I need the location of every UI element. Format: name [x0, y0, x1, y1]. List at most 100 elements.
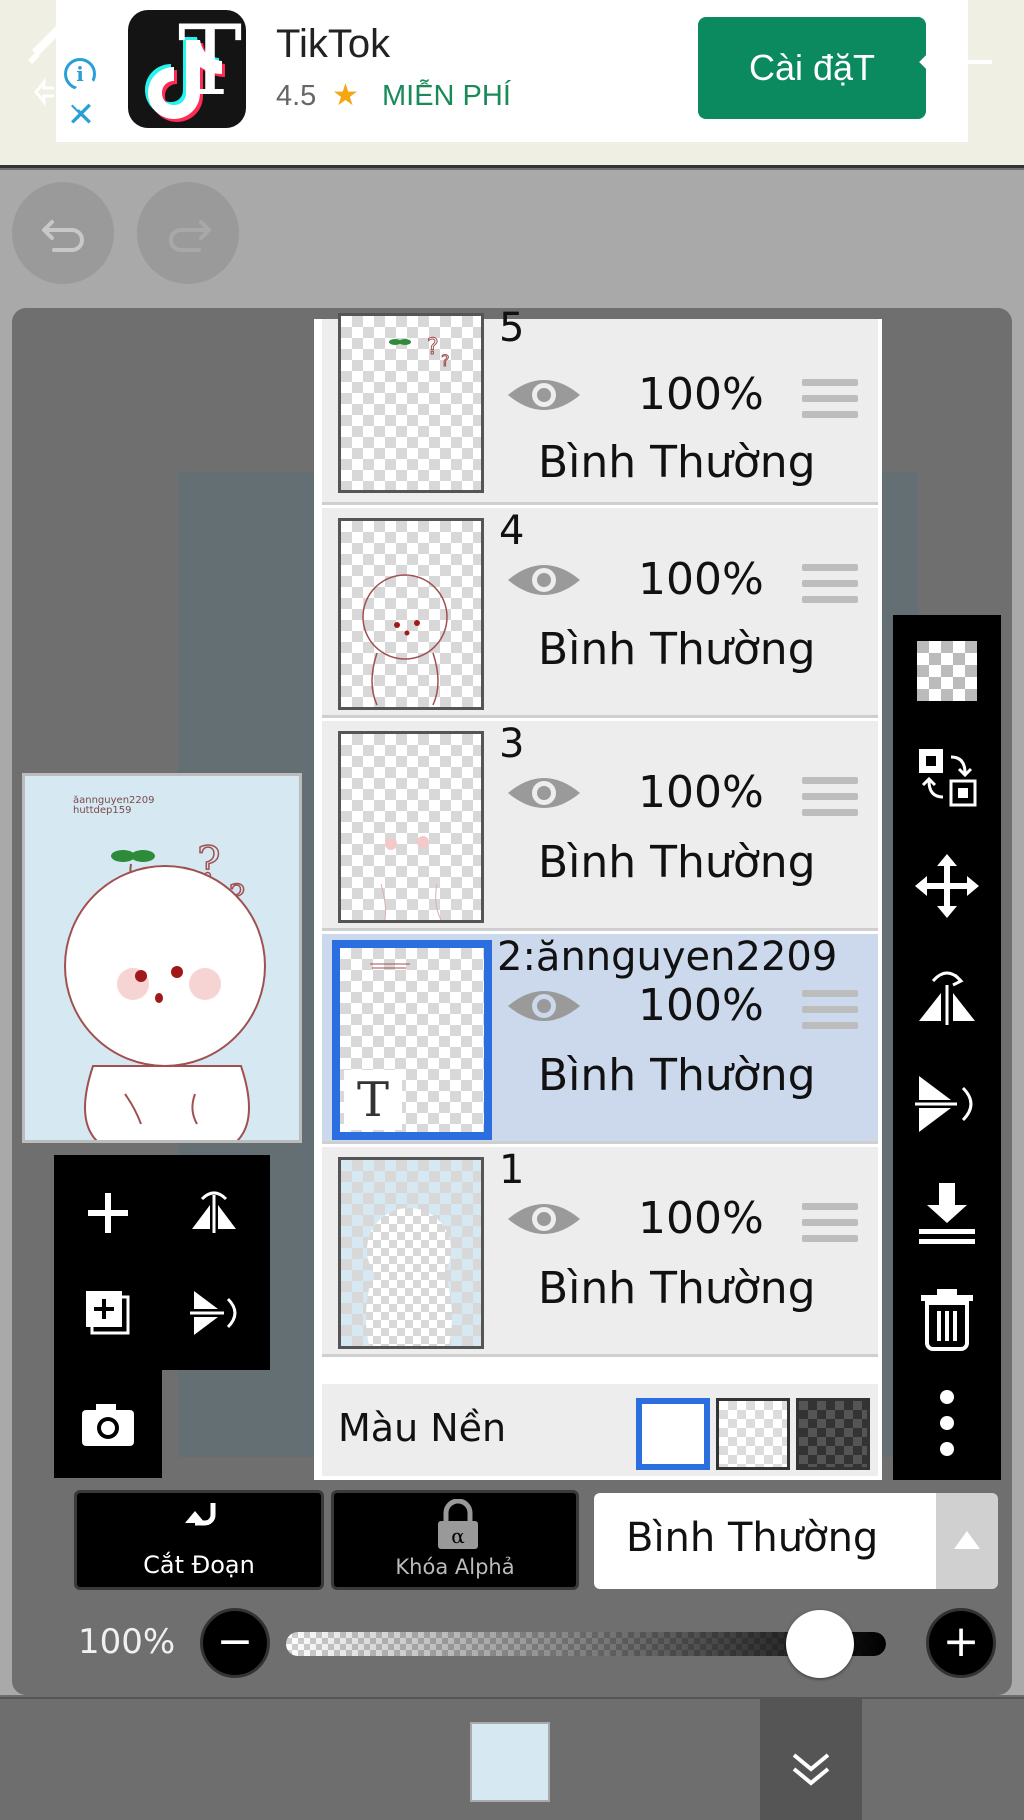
move-button[interactable]: [913, 852, 981, 920]
more-options-button[interactable]: [913, 1389, 981, 1457]
svg-text:α: α: [451, 1524, 465, 1548]
background-color-row: Màu Nền: [322, 1384, 878, 1476]
merge-down-icon: [919, 1183, 975, 1244]
opacity-decrease-button[interactable]: −: [200, 1608, 270, 1678]
flip-horizontal-button[interactable]: [184, 1183, 244, 1243]
transparency-button[interactable]: [913, 637, 981, 705]
plus-icon: [88, 1193, 128, 1233]
layer-blend-mode: Bình Thường: [538, 437, 816, 488]
brush-eraser-icon: [28, 15, 100, 110]
layer-name: 3: [499, 721, 525, 767]
layer-row[interactable]: 3 100% Bình Thường: [322, 721, 878, 931]
back-button[interactable]: [912, 0, 1002, 123]
alpha-lock-label: Khóa Alphả: [395, 1555, 515, 1579]
ad-banner: i ✕ TikTok 4.5 ★ MIỄN PHÍ Cài đặT: [0, 0, 1024, 168]
layer-tools-sidebar: [893, 615, 1001, 1480]
layer-thumbnail: [338, 731, 484, 923]
flip-vertical-button[interactable]: [184, 1283, 244, 1343]
text-layer-badge: T: [344, 1070, 402, 1130]
camera-button[interactable]: [78, 1394, 138, 1454]
camera-toolbar: [54, 1370, 162, 1478]
swap-layer-button[interactable]: [913, 743, 981, 811]
duplicate-layer-button[interactable]: [78, 1283, 138, 1343]
flip-horizontal-icon: [192, 1191, 236, 1233]
add-layer-button[interactable]: [78, 1183, 138, 1243]
duplicate-icon: [86, 1291, 130, 1335]
ad-price: MIỄN PHÍ: [382, 80, 511, 112]
layer-row[interactable]: 1 100% Bình Thường: [322, 1147, 878, 1357]
layer-name: 1: [499, 1147, 525, 1193]
layer-opacity: 100%: [638, 369, 764, 420]
flip-vertical-icon: [915, 1076, 973, 1132]
layer-opacity: 100%: [638, 767, 764, 818]
move-icon: [915, 854, 979, 918]
layer-thumbnail: T: [332, 940, 492, 1140]
layer-opacity: 100%: [638, 554, 764, 605]
eye-icon[interactable]: [506, 373, 582, 417]
install-button[interactable]: Cài đặT: [698, 17, 926, 119]
clipping-label: Cắt Đoạn: [143, 1551, 255, 1579]
ad-rating: 4.5: [276, 80, 317, 112]
chevron-double-down-icon: [792, 1753, 830, 1786]
canvas-preview[interactable]: ăannguyen2209 huttdep159 ? ?: [22, 773, 302, 1143]
preview-drawing: ? ?: [64, 837, 266, 1140]
star-icon: ★: [332, 78, 359, 113]
current-color-swatch[interactable]: [470, 1722, 550, 1802]
layers-tab-button[interactable]: [760, 1697, 862, 1820]
eye-icon[interactable]: [506, 771, 582, 815]
background-dark-option[interactable]: [796, 1398, 870, 1470]
chevron-up-icon[interactable]: [936, 1493, 998, 1589]
layer-mini-toolbar: [54, 1155, 270, 1370]
svg-text:?: ?: [441, 351, 450, 370]
svg-text:?: ?: [427, 335, 439, 360]
blend-mode-select[interactable]: Bình Thường: [594, 1493, 936, 1589]
drag-handle-icon[interactable]: [802, 777, 858, 821]
layer-thumbnail: [338, 518, 484, 710]
redo-icon: [169, 220, 211, 252]
drag-handle-icon[interactable]: [802, 1203, 858, 1247]
eye-icon[interactable]: [506, 558, 582, 602]
arrow-down-icon: [632, 28, 688, 99]
opacity-label: 100%: [78, 1622, 176, 1662]
opacity-increase-button[interactable]: +: [926, 1608, 996, 1678]
layer-blend-mode: Bình Thường: [538, 1263, 816, 1314]
swap-icon: [919, 749, 977, 807]
background-white-option[interactable]: [636, 1398, 710, 1470]
drag-handle-icon[interactable]: [802, 379, 858, 423]
flip-horizontal-icon: [919, 971, 975, 1025]
layer-blend-mode: Bình Thường: [538, 1050, 816, 1101]
eye-icon[interactable]: [506, 984, 582, 1028]
clip-arrow-icon: [185, 1503, 216, 1526]
layers-panel: ? ? 5 100% Bình Thường 4 100% Bình Thườn…: [314, 305, 882, 1480]
background-color-label: Màu Nền: [338, 1406, 507, 1450]
delete-layer-button[interactable]: [913, 1285, 981, 1353]
eye-icon[interactable]: [506, 1197, 582, 1241]
arrow-down-button[interactable]: [620, 0, 700, 123]
background-transparent-option[interactable]: [716, 1398, 790, 1470]
arrow-left-icon: [919, 34, 992, 90]
layer-thumbnail: ? ?: [338, 313, 484, 493]
flip-layer-vertical-button[interactable]: [913, 1070, 981, 1138]
drag-handle-icon[interactable]: [802, 564, 858, 608]
text-tool-button[interactable]: T: [170, 0, 250, 123]
layer-opacity: 100%: [638, 980, 764, 1031]
merge-down-button[interactable]: [913, 1179, 981, 1247]
layer-name: 4: [499, 508, 525, 554]
lock-icon: α: [438, 1499, 478, 1549]
layer-blend-mode: Bình Thường: [538, 837, 816, 888]
layer-row-selected[interactable]: T 2:ănnguyen2209 100% Bình Thường: [322, 934, 878, 1144]
undo-icon: [42, 220, 84, 252]
redo-button[interactable]: [137, 182, 239, 284]
drag-handle-icon[interactable]: [802, 990, 858, 1034]
layer-row[interactable]: 4 100% Bình Thường: [322, 508, 878, 718]
opacity-slider-knob[interactable]: [786, 1610, 854, 1678]
layer-opacity: 100%: [638, 1193, 764, 1244]
undo-button[interactable]: [12, 182, 114, 284]
brush-eraser-toggle-button[interactable]: [18, 0, 106, 123]
flip-layer-horizontal-button[interactable]: [913, 961, 981, 1029]
clipping-button[interactable]: Cắt Đoạn: [74, 1490, 324, 1590]
layer-name: 2:ănnguyen2209: [497, 934, 838, 980]
layer-name: 5: [499, 305, 525, 351]
layer-row[interactable]: ? ? 5 100% Bình Thường: [322, 305, 878, 505]
alpha-lock-button[interactable]: α Khóa Alphả: [331, 1490, 579, 1590]
